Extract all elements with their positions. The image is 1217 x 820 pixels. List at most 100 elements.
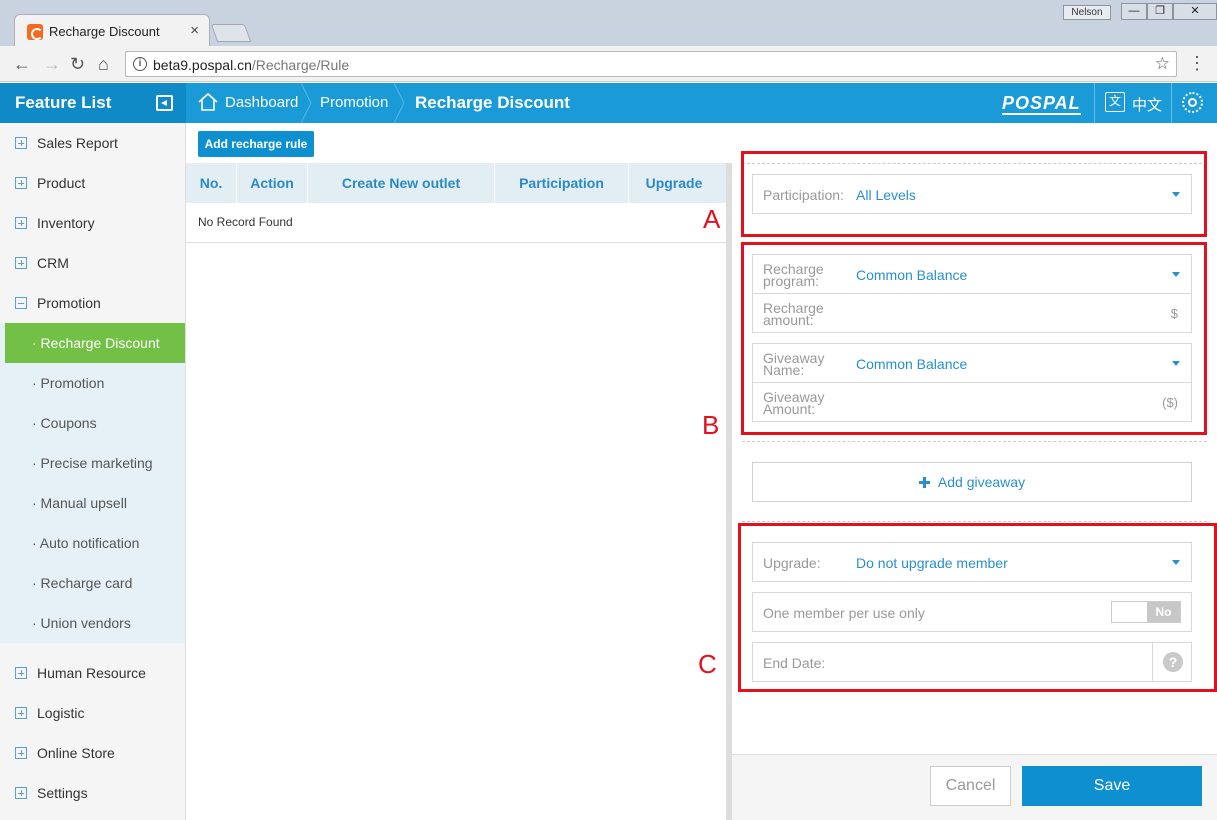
add-giveaway-button[interactable]: Add giveaway bbox=[752, 462, 1192, 502]
collapse-sidebar-icon[interactable] bbox=[156, 95, 173, 111]
sidebar-item-human-resource[interactable]: Human Resource bbox=[0, 653, 185, 693]
expand-plus-icon bbox=[15, 787, 27, 799]
section-divider bbox=[742, 521, 1207, 522]
promotion-submenu: · Recharge Discount · Promotion · Coupon… bbox=[0, 323, 185, 643]
feature-list-header: Feature List bbox=[0, 83, 186, 123]
header-divider bbox=[1171, 83, 1172, 123]
sidebar-item-label: CRM bbox=[37, 255, 69, 271]
sidebar-item-crm[interactable]: CRM bbox=[0, 243, 185, 283]
expand-plus-icon bbox=[15, 137, 27, 149]
submenu-item-recharge-card[interactable]: · Recharge card bbox=[0, 563, 185, 603]
submenu-item-label: · Recharge card bbox=[32, 575, 133, 591]
column-header-create-new-outlet: Create New outlet bbox=[308, 163, 495, 203]
browser-titlebar: Recharge Discount × Nelson — ❐ ✕ bbox=[0, 0, 1217, 47]
submenu-item-label: · Union vendors bbox=[32, 615, 131, 631]
cancel-button[interactable]: Cancel bbox=[930, 766, 1011, 806]
expand-plus-icon bbox=[15, 707, 27, 719]
browser-user-badge[interactable]: Nelson bbox=[1063, 5, 1111, 20]
sidebar-item-label: Online Store bbox=[37, 745, 115, 761]
expand-plus-icon bbox=[15, 217, 27, 229]
expand-plus-icon bbox=[15, 667, 27, 679]
column-header-no: No. bbox=[186, 163, 237, 203]
breadcrumb-separator-icon bbox=[300, 83, 312, 123]
submenu-item-auto-notification[interactable]: · Auto notification bbox=[0, 523, 185, 563]
annotation-label-a: A bbox=[703, 204, 721, 234]
pospal-logo: POSPAL bbox=[1002, 93, 1081, 115]
breadcrumb-current: Recharge Discount bbox=[415, 93, 570, 112]
browser-toolbar: ← → ↻ ⌂ i beta9.pospal.cn/Recharge/Rule … bbox=[0, 46, 1217, 82]
minimize-icon[interactable]: — bbox=[1121, 3, 1147, 20]
forward-arrow-icon[interactable]: → bbox=[43, 54, 61, 74]
info-icon[interactable]: i bbox=[133, 57, 147, 71]
expand-plus-icon bbox=[15, 747, 27, 759]
breadcrumb-dashboard[interactable]: Dashboard bbox=[225, 94, 298, 111]
submenu-item-promotion[interactable]: · Promotion bbox=[0, 363, 185, 403]
new-tab-button[interactable] bbox=[210, 24, 252, 42]
back-arrow-icon[interactable]: ← bbox=[13, 54, 31, 74]
header-divider bbox=[1094, 83, 1095, 123]
home-icon[interactable]: ⌂ bbox=[98, 54, 109, 74]
submenu-item-label: · Promotion bbox=[32, 375, 105, 391]
submenu-item-recharge-discount[interactable]: · Recharge Discount bbox=[5, 323, 185, 363]
annotation-box-b bbox=[741, 242, 1207, 435]
tab-close-icon[interactable]: × bbox=[190, 22, 199, 39]
submenu-item-precise-marketing[interactable]: · Precise marketing bbox=[0, 443, 185, 483]
submenu-item-label: · Precise marketing bbox=[32, 455, 153, 471]
restore-icon[interactable]: ❐ bbox=[1147, 3, 1173, 20]
submenu-item-label: · Recharge Discount bbox=[32, 335, 160, 351]
url-text[interactable]: beta9.pospal.cn/Recharge/Rule bbox=[153, 57, 349, 73]
expand-plus-icon bbox=[15, 257, 27, 269]
browser-tab[interactable]: Recharge Discount × bbox=[14, 14, 210, 47]
address-bar[interactable]: i beta9.pospal.cn/Recharge/Rule ☆ bbox=[125, 51, 1177, 77]
sidebar-item-label: Inventory bbox=[37, 215, 95, 231]
browser-menu-icon[interactable]: ⋮ bbox=[1188, 53, 1206, 73]
submenu-item-label: · Manual upsell bbox=[32, 495, 127, 511]
submenu-item-union-vendors[interactable]: · Union vendors bbox=[0, 603, 185, 643]
tab-title: Recharge Discount bbox=[49, 24, 160, 39]
submenu-item-label: · Coupons bbox=[32, 415, 97, 431]
sidebar-item-label: Logistic bbox=[37, 705, 85, 721]
rule-list-area: Add recharge rule No. Action Create New … bbox=[186, 123, 726, 820]
expand-plus-icon bbox=[15, 177, 27, 189]
no-record-text: No Record Found bbox=[198, 215, 293, 229]
sidebar-item-inventory[interactable]: Inventory bbox=[0, 203, 185, 243]
gear-icon[interactable] bbox=[1182, 92, 1203, 113]
sidebar-item-settings[interactable]: Settings bbox=[0, 773, 185, 813]
breadcrumb-promotion[interactable]: Promotion bbox=[320, 94, 388, 111]
translate-icon[interactable]: 文 bbox=[1105, 92, 1125, 112]
feature-list-title: Feature List bbox=[15, 93, 112, 112]
sidebar-item-label: Human Resource bbox=[37, 665, 146, 681]
sidebar: Sales Report Product Inventory CRM Promo… bbox=[0, 123, 186, 820]
save-button[interactable]: Save bbox=[1022, 766, 1202, 806]
url-host: beta9.pospal.cn bbox=[153, 57, 252, 73]
pospal-favicon-icon bbox=[27, 24, 43, 40]
sidebar-item-sales-report[interactable]: Sales Report bbox=[0, 123, 185, 163]
add-recharge-rule-button[interactable]: Add recharge rule bbox=[198, 131, 314, 157]
empty-table-row: No Record Found bbox=[186, 203, 726, 243]
sidebar-item-label: Product bbox=[37, 175, 86, 191]
sidebar-item-online-store[interactable]: Online Store bbox=[0, 733, 185, 773]
add-giveaway-label: Add giveaway bbox=[937, 474, 1026, 490]
column-header-participation: Participation bbox=[495, 163, 629, 203]
sidebar-item-label: Promotion bbox=[37, 295, 101, 311]
column-header-upgrade: Upgrade bbox=[645, 175, 703, 191]
plus-icon bbox=[918, 477, 930, 488]
annotation-box-c bbox=[738, 523, 1217, 692]
submenu-item-manual-upsell[interactable]: · Manual upsell bbox=[0, 483, 185, 523]
sidebar-item-promotion[interactable]: Promotion bbox=[0, 283, 185, 323]
sidebar-item-product[interactable]: Product bbox=[0, 163, 185, 203]
annotation-label-c: C bbox=[698, 649, 717, 679]
bookmark-star-icon[interactable]: ☆ bbox=[1155, 54, 1170, 74]
url-path: /Recharge/Rule bbox=[251, 57, 350, 73]
dashboard-home-icon[interactable] bbox=[197, 92, 219, 112]
section-divider bbox=[742, 441, 1207, 442]
annotation-box-a bbox=[741, 151, 1207, 237]
submenu-item-coupons[interactable]: · Coupons bbox=[0, 403, 185, 443]
sidebar-item-label: Settings bbox=[37, 785, 88, 801]
column-header-action: Action bbox=[237, 163, 308, 203]
language-switch[interactable]: 中文 bbox=[1132, 94, 1162, 115]
app-header: Feature List Dashboard Promotion Recharg… bbox=[0, 83, 1217, 123]
window-close-icon[interactable]: ✕ bbox=[1173, 3, 1217, 20]
reload-icon[interactable]: ↻ bbox=[70, 54, 85, 74]
sidebar-item-logistic[interactable]: Logistic bbox=[0, 693, 185, 733]
